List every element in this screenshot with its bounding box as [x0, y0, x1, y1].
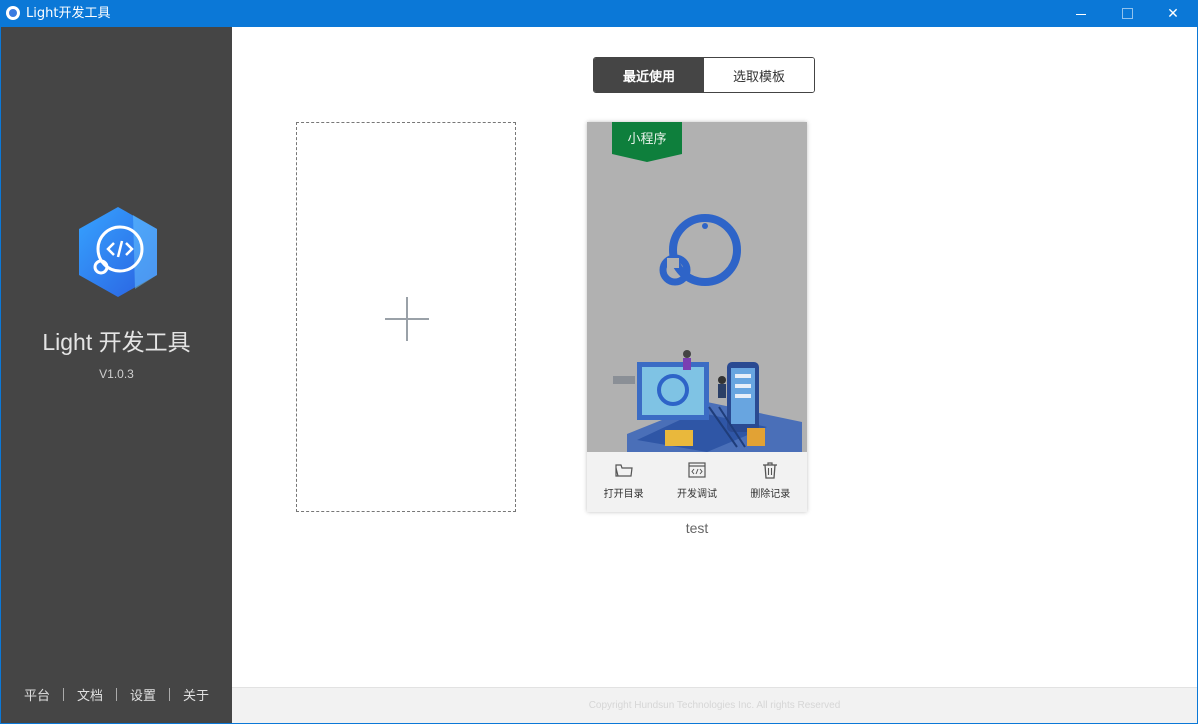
sidebar-link-settings[interactable]: 设置	[130, 685, 156, 704]
open-folder-button[interactable]: 打开目录	[587, 452, 660, 512]
delete-record-label: 删除记录	[750, 489, 791, 500]
sidebar-link-about[interactable]: 关于	[183, 685, 209, 704]
app-name: Light 开发工具	[42, 329, 191, 355]
trash-icon	[763, 462, 778, 479]
preview-illustration	[613, 214, 802, 452]
minimize-button[interactable]	[1058, 0, 1104, 27]
project-name: test	[685, 520, 709, 536]
sidebar-link-docs[interactable]: 文档	[77, 685, 103, 704]
tab-templates[interactable]: 选取模板	[704, 58, 814, 92]
app-icon	[6, 6, 20, 20]
app-logo	[79, 207, 157, 297]
app-version: V1.0.3	[99, 367, 134, 381]
debug-button[interactable]: 开发调试	[660, 452, 733, 512]
debug-label: 开发调试	[676, 489, 717, 500]
close-icon: ✕	[1167, 5, 1179, 22]
maximize-icon	[1121, 8, 1133, 19]
copyright-text: Copyright Hundsun Technologies Inc. All …	[588, 700, 841, 711]
footer: Copyright Hundsun Technologies Inc. All …	[232, 687, 1197, 723]
code-window-icon	[688, 462, 706, 478]
view-tabs: 最近使用 选取模板	[593, 57, 815, 93]
main-content: 最近使用 选取模板 小程序 打开目录 开发调试 删除记录 test	[232, 27, 1197, 687]
maximize-button[interactable]	[1104, 0, 1150, 27]
new-project-card[interactable]	[296, 122, 516, 512]
title-bar: Light开发工具 ✕	[0, 0, 1198, 27]
sidebar-links: 平台 文档 设置 关于	[1, 685, 232, 704]
sidebar: Light 开发工具 V1.0.3 平台 文档 设置 关于	[1, 27, 232, 723]
link-separator	[62, 688, 64, 701]
project-card[interactable]: 小程序 打开目录 开发调试 删除记录	[587, 122, 807, 512]
open-folder-label: 打开目录	[603, 489, 644, 500]
project-type-badge: 小程序	[627, 132, 667, 147]
project-preview[interactable]: 小程序	[587, 122, 807, 452]
tab-recent[interactable]: 最近使用	[594, 58, 704, 92]
project-actions: 打开目录 开发调试 删除记录	[587, 452, 807, 512]
delete-record-button[interactable]: 删除记录	[734, 452, 807, 512]
window-title: Light开发工具	[26, 6, 111, 21]
sidebar-link-platform[interactable]: 平台	[24, 685, 50, 704]
minimize-icon	[1076, 14, 1086, 15]
link-separator	[116, 688, 117, 701]
folder-icon	[615, 464, 633, 477]
plus-icon	[385, 297, 429, 341]
link-separator	[169, 688, 171, 701]
close-button[interactable]: ✕	[1150, 0, 1196, 27]
